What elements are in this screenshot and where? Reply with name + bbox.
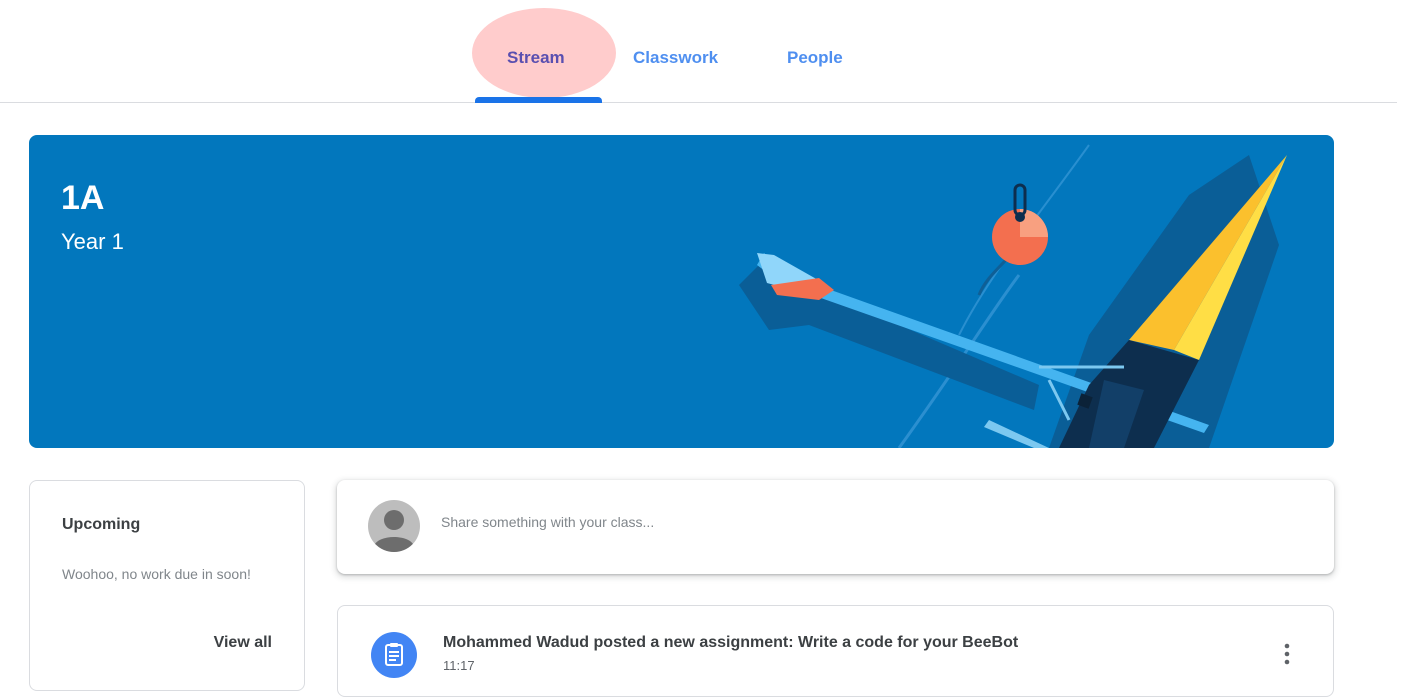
class-section: Year 1 xyxy=(61,229,124,254)
rowing-illustration xyxy=(739,144,1287,448)
post-time: 11:17 xyxy=(443,658,475,673)
view-all-button[interactable]: View all xyxy=(214,634,272,652)
stream-post[interactable]: Mohammed Wadud posted a new assignment: … xyxy=(337,605,1334,697)
tab-stream[interactable]: Stream xyxy=(507,48,565,68)
user-icon xyxy=(374,510,414,552)
post-title[interactable]: Mohammed Wadud posted a new assignment: … xyxy=(443,634,1018,652)
more-options-icon[interactable] xyxy=(1277,640,1297,668)
upcoming-message: Woohoo, no work due in soon! xyxy=(62,566,251,582)
upcoming-title: Upcoming xyxy=(62,516,141,533)
tab-bar: Stream Classwork People xyxy=(0,0,1397,103)
tab-classwork[interactable]: Classwork xyxy=(633,48,718,68)
active-tab-indicator xyxy=(475,97,602,103)
share-input[interactable] xyxy=(441,514,1141,530)
class-name: 1A xyxy=(61,179,105,217)
avatar xyxy=(368,500,420,552)
class-banner: 1A Year 1 xyxy=(29,135,1334,448)
tab-people[interactable]: People xyxy=(787,48,843,68)
upcoming-card: Upcoming Woohoo, no work due in soon! Vi… xyxy=(29,480,305,691)
assignment-icon xyxy=(371,632,417,678)
share-card[interactable] xyxy=(337,480,1334,574)
